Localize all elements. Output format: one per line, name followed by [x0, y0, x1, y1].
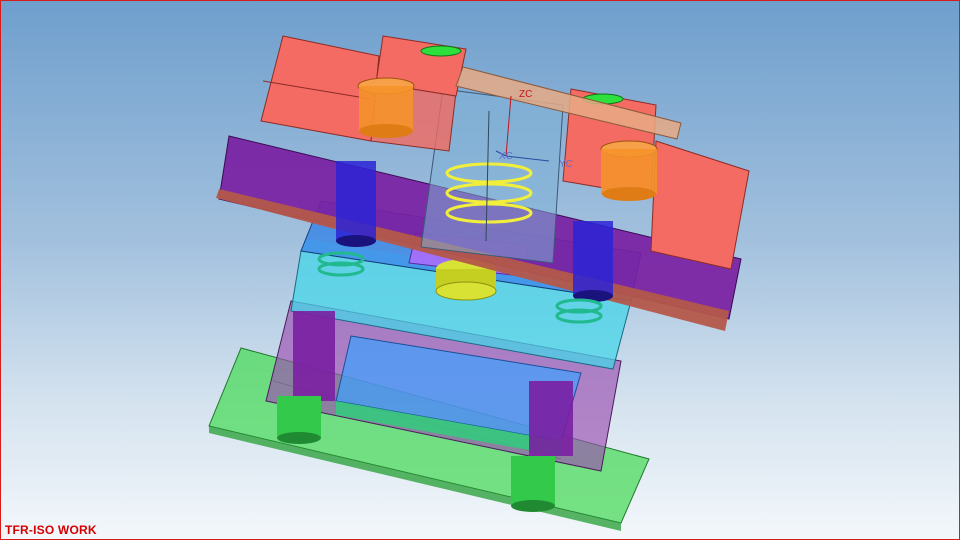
- graphics-viewport[interactable]: ZC XC YC TFR-ISO WORK: [0, 0, 960, 540]
- left-guide-pillar[interactable]: [336, 161, 376, 247]
- view-name-label: TFR-ISO WORK: [5, 523, 97, 537]
- left-bushing[interactable]: [357, 77, 415, 138]
- xc-axis-label: XC: [499, 151, 513, 162]
- right-guide-pillar[interactable]: [573, 221, 613, 302]
- mold-assembly-3d-model[interactable]: ZC XC YC: [1, 1, 959, 539]
- yc-axis-label: YC: [559, 159, 573, 170]
- zc-axis-label: ZC: [519, 89, 532, 100]
- right-bushing[interactable]: [600, 140, 658, 201]
